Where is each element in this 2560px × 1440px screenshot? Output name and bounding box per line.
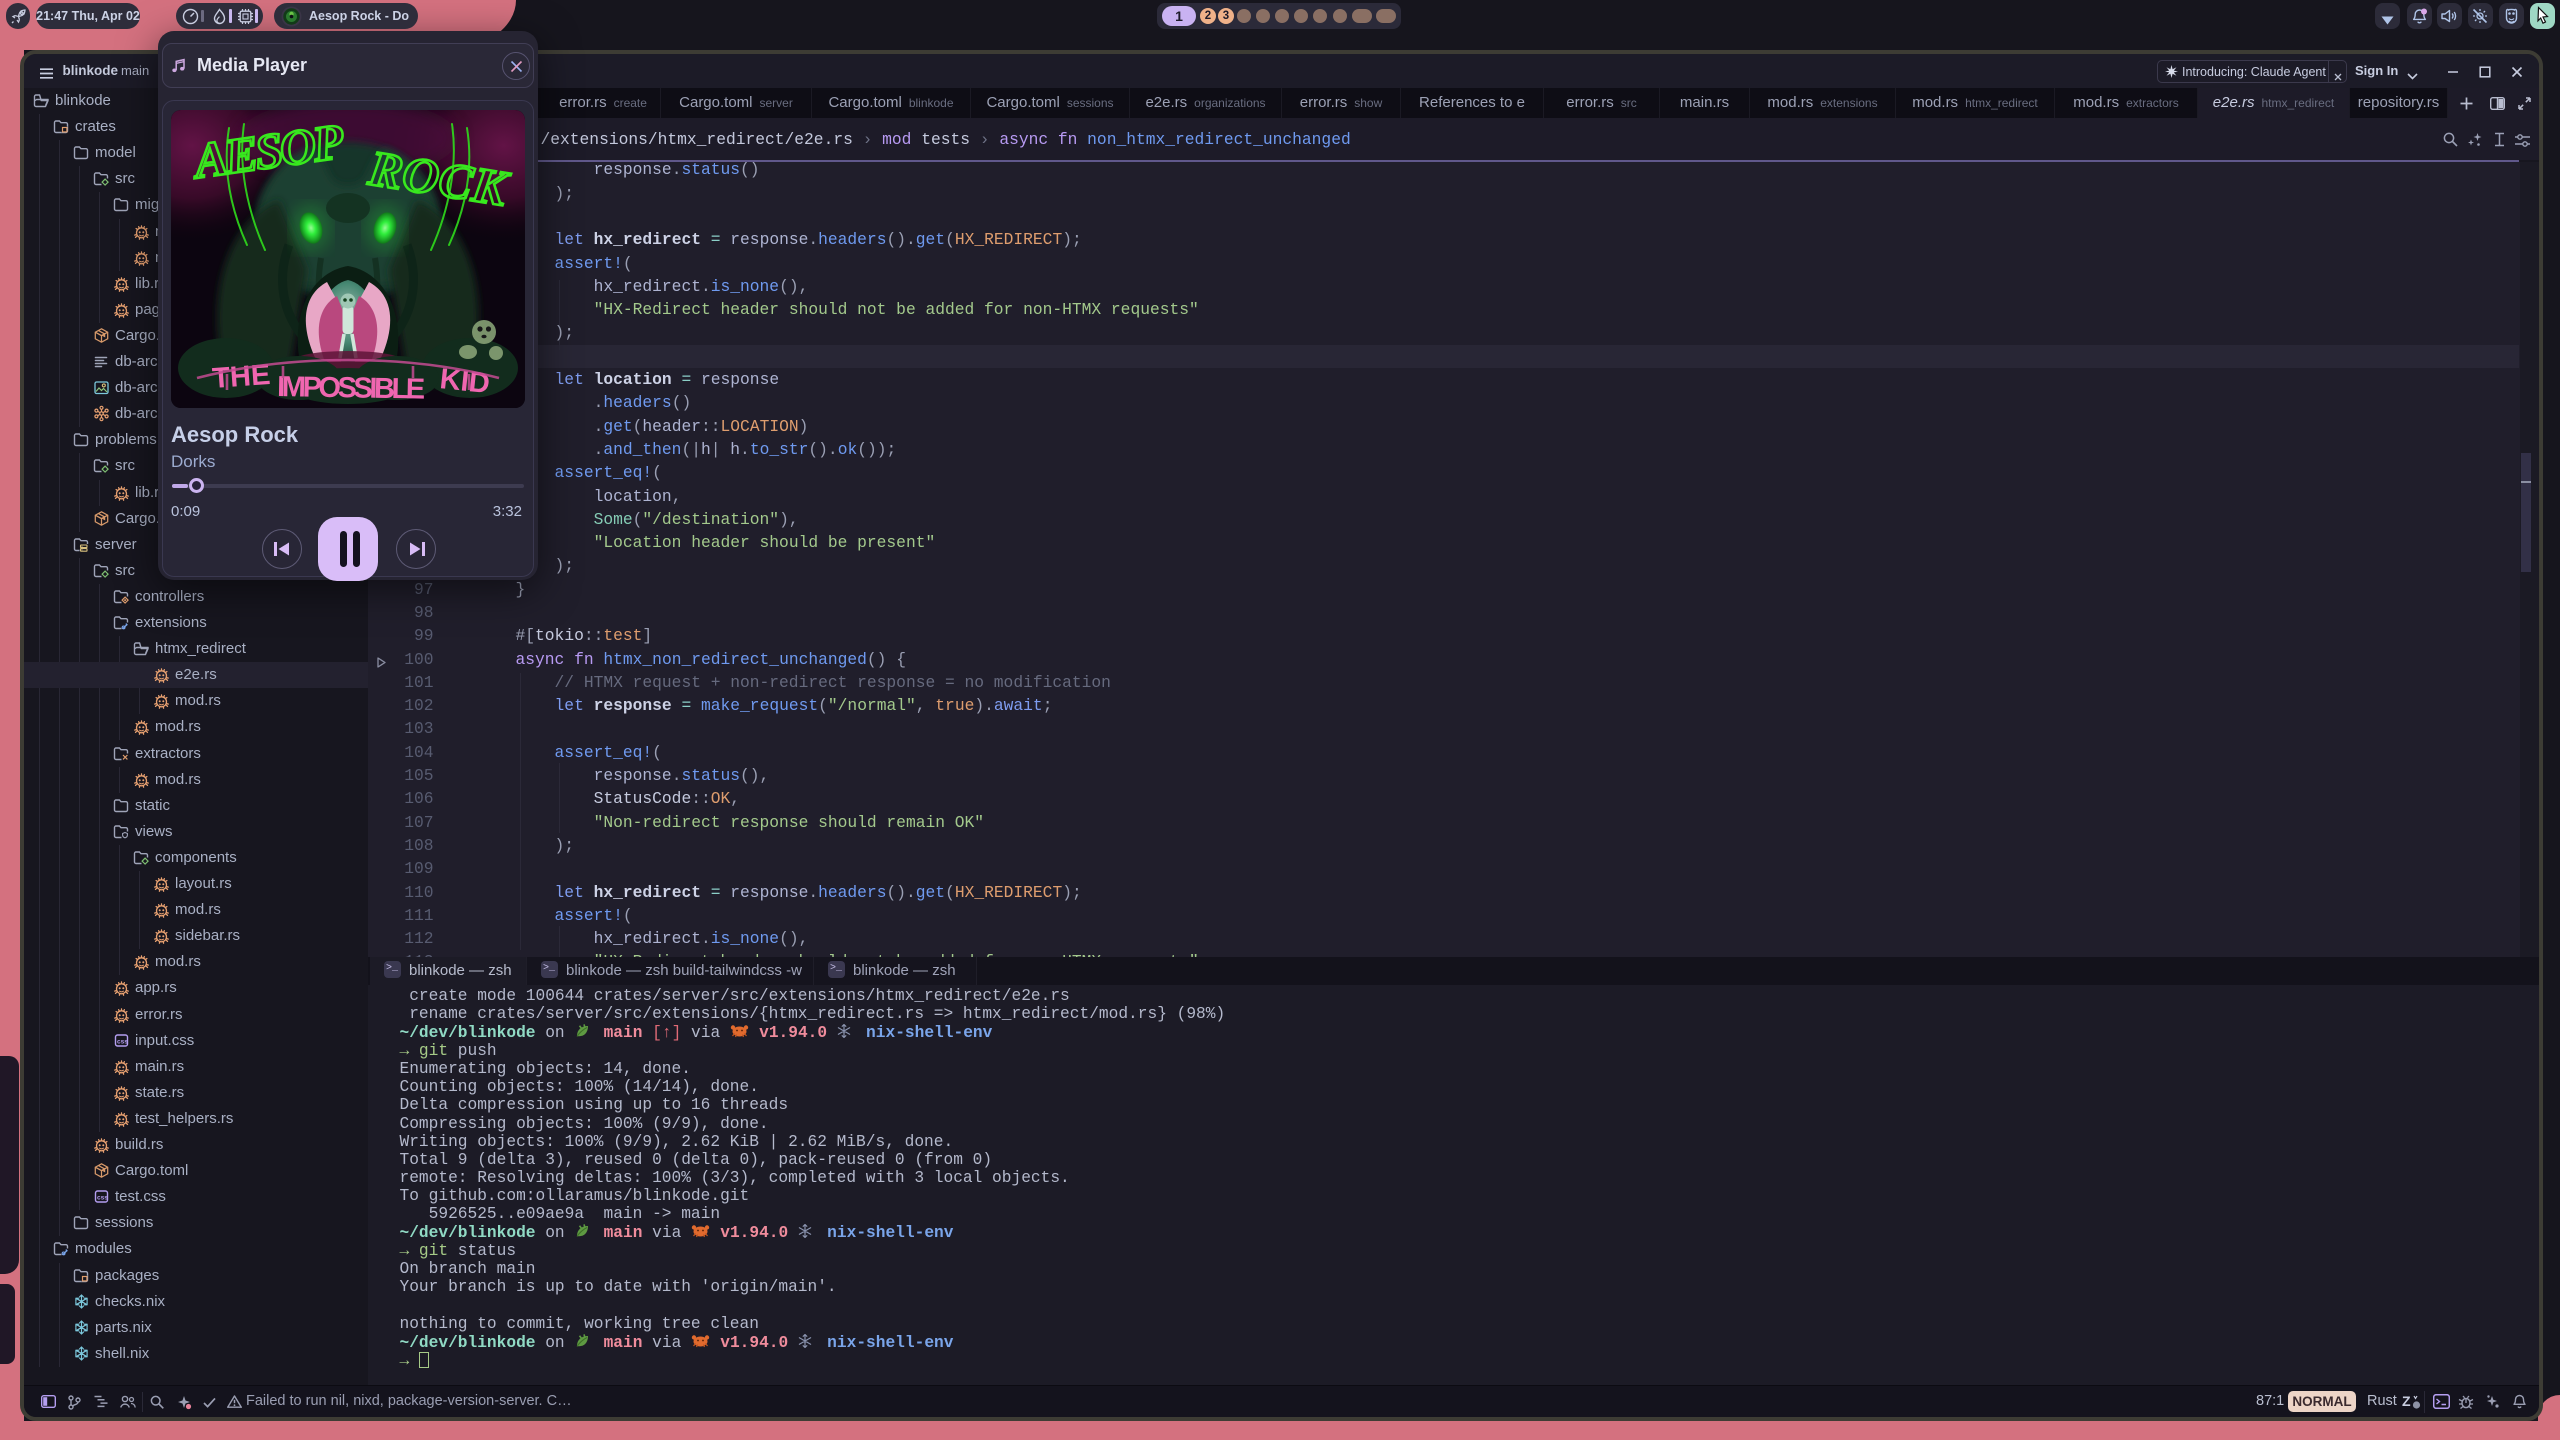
svg-text:Z: Z — [2402, 1393, 2411, 1409]
svg-text:IMPOSSIBLE: IMPOSSIBLE — [277, 371, 426, 406]
svg-text:KID: KID — [438, 363, 491, 400]
svg-text:css: css — [117, 1038, 128, 1045]
svg-text:css: css — [97, 1195, 108, 1202]
